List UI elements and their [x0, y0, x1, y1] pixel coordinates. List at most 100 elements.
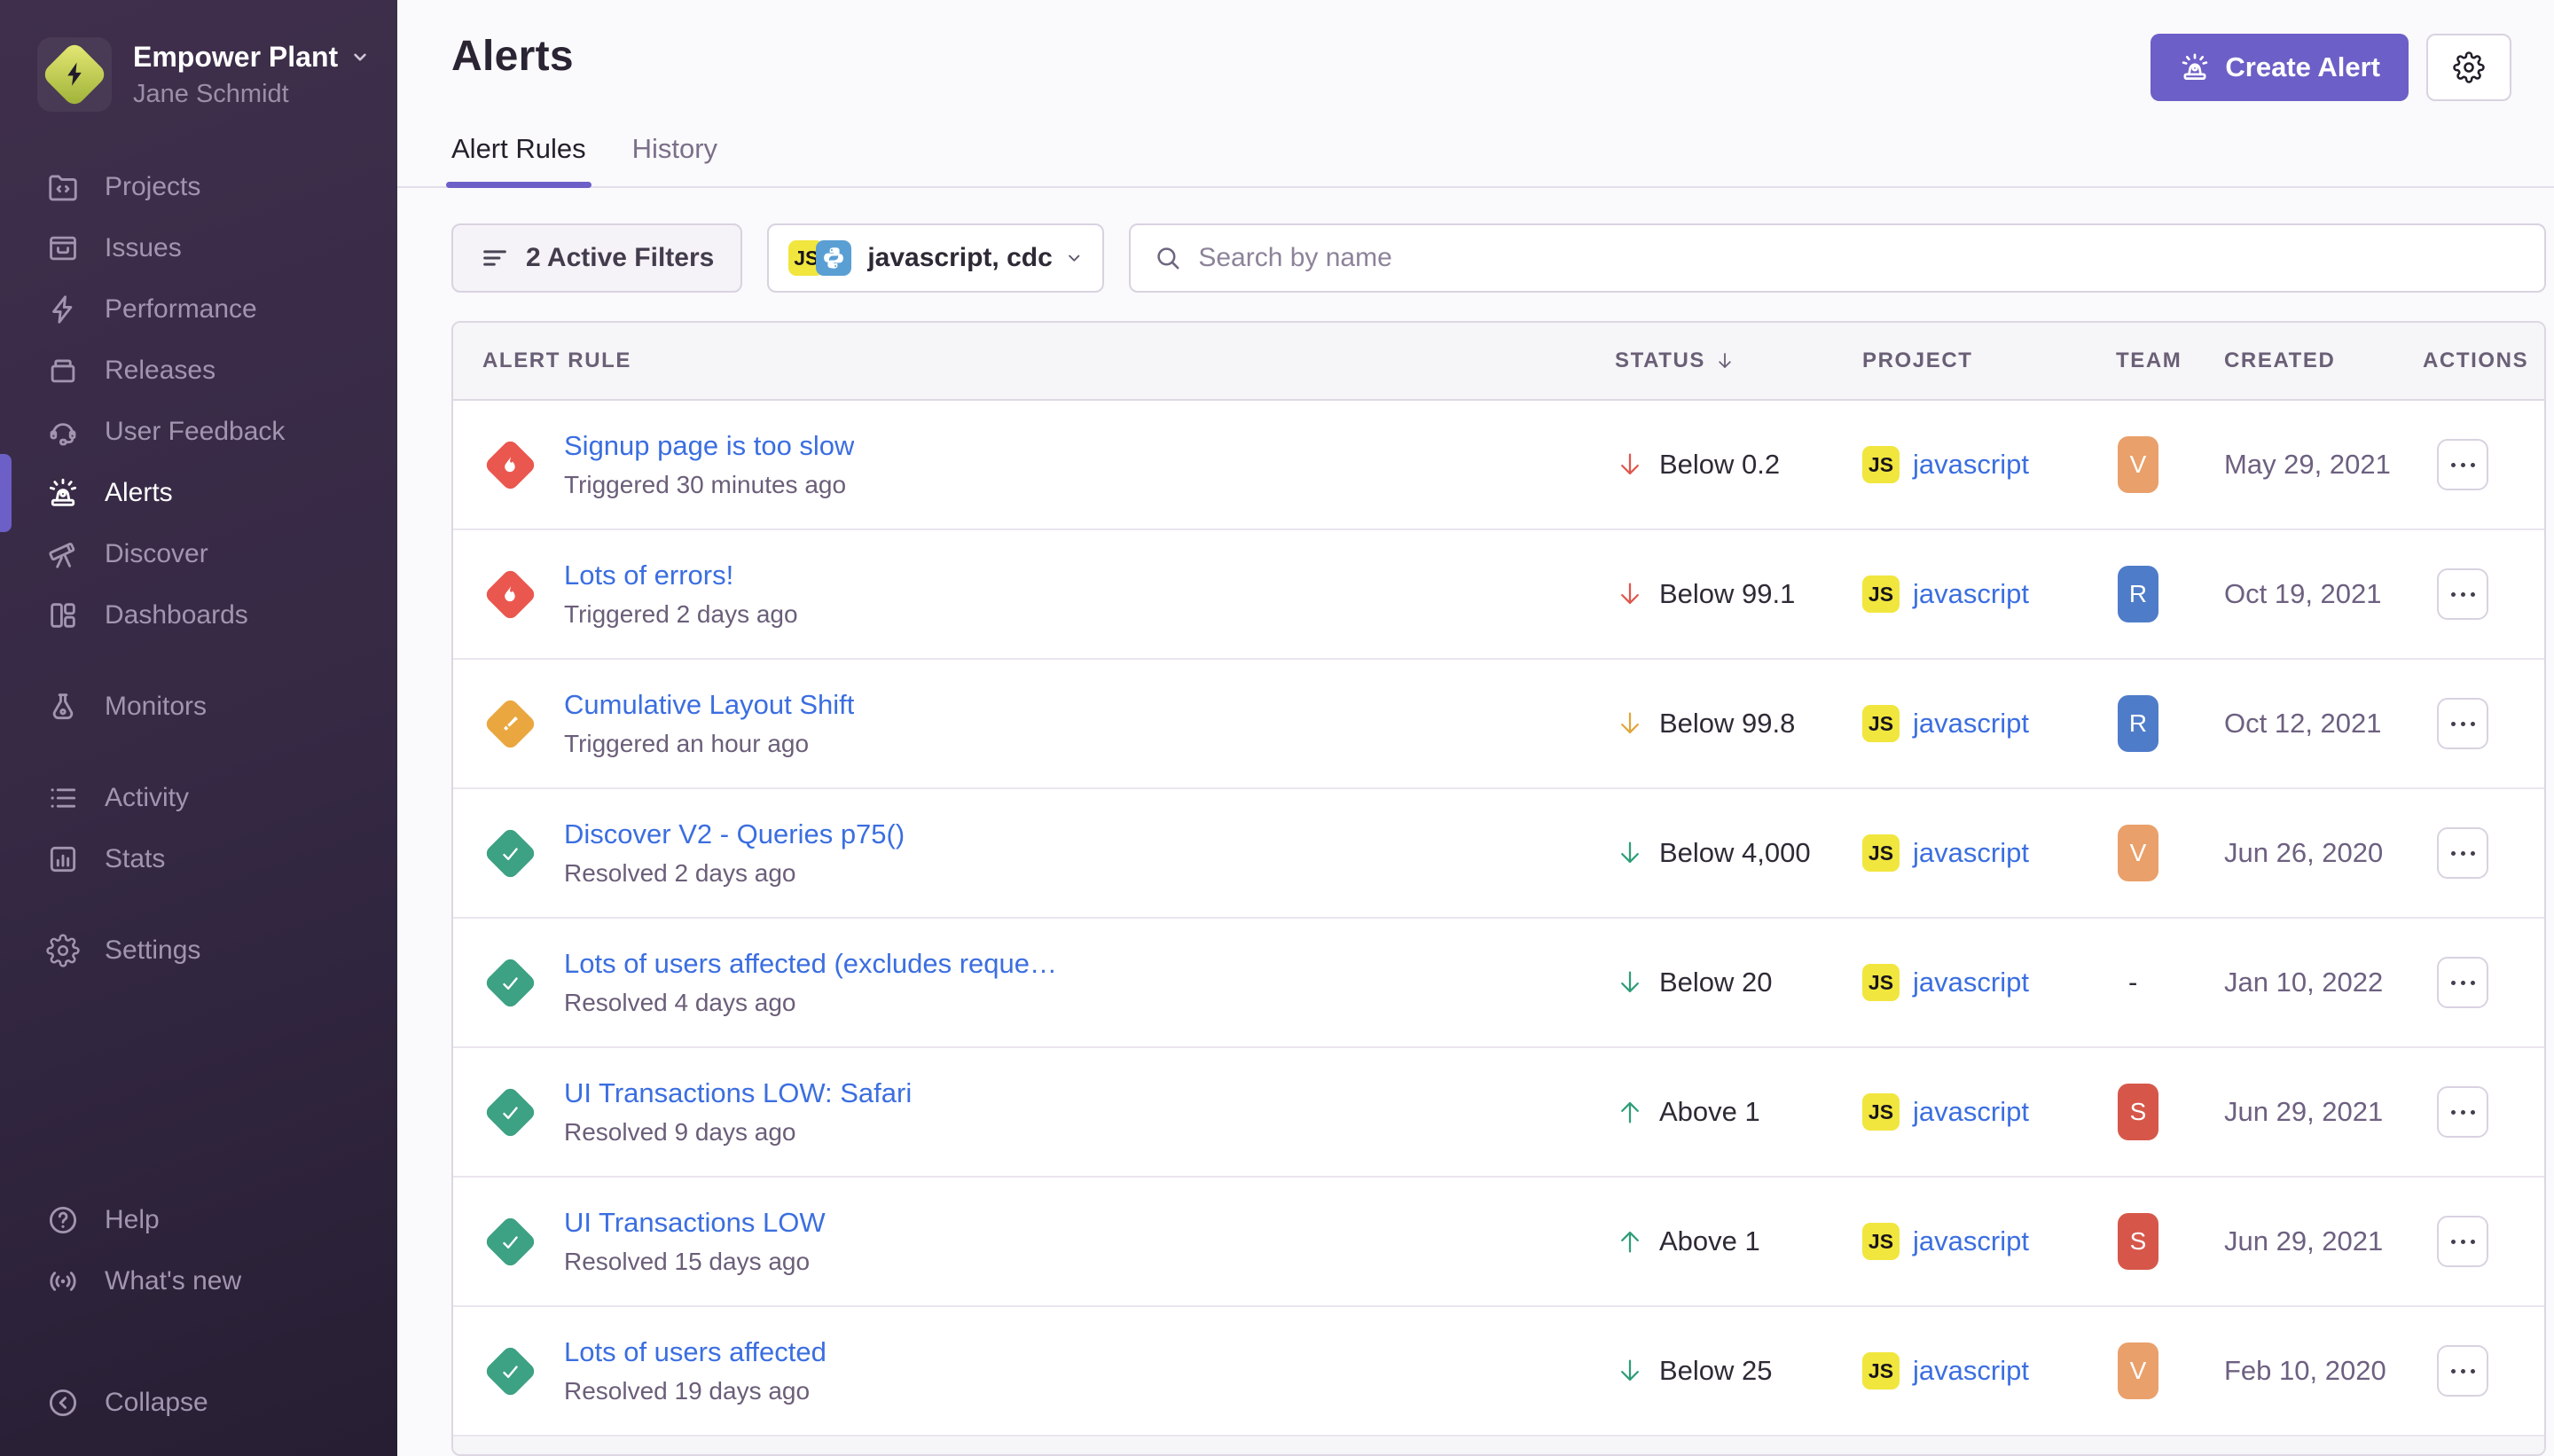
project-link[interactable]: javascript [1913, 578, 2029, 610]
row-actions-button[interactable] [2437, 827, 2488, 879]
sidebar-item-activity[interactable]: Activity [0, 767, 397, 828]
javascript-icon: JS [1862, 446, 1900, 483]
main: Alerts Create Alert Alert RulesHistory 2… [397, 0, 2554, 1456]
sidebar: Empower Plant Jane Schmidt ProjectsIssue… [0, 0, 397, 1456]
sidebar-item-settings[interactable]: Settings [0, 920, 397, 981]
warning-status-icon: ! [483, 697, 537, 751]
row-actions-button[interactable] [2437, 1345, 2488, 1397]
alert-rule-subtitle: Triggered 2 days ago [564, 600, 798, 629]
alert-rule-link[interactable]: UI Transactions LOW [564, 1207, 826, 1239]
alert-rule-link[interactable]: Signup page is too slow [564, 430, 854, 462]
sidebar-item-what-s-new[interactable]: What's new [0, 1250, 397, 1311]
search-box [1129, 223, 2546, 293]
table-footer [453, 1436, 2544, 1454]
tab-history[interactable]: History [632, 133, 717, 186]
trend-up-icon [1615, 1097, 1645, 1127]
row-actions-button[interactable] [2437, 957, 2488, 1008]
project-cell: JS javascript [1862, 1352, 2116, 1389]
column-header-alert-rule[interactable]: ALERT RULE [453, 348, 1615, 373]
org-logo [37, 37, 112, 112]
sidebar-item-discover[interactable]: Discover [0, 523, 397, 584]
sidebar-item-label: Help [105, 1205, 160, 1235]
exclamation-icon: ! [497, 711, 522, 736]
filter-row: 2 Active Filters JS javascript, cdc [451, 223, 2546, 293]
status-text: Below 0.2 [1659, 449, 1780, 481]
sidebar-item-help[interactable]: Help [0, 1189, 397, 1250]
sidebar-collapse-button[interactable]: Collapse [0, 1372, 397, 1433]
column-header-project[interactable]: PROJECT [1862, 348, 2116, 373]
alert-rule-link[interactable]: Cumulative Layout Shift [564, 689, 854, 721]
javascript-icon: JS [1862, 1223, 1900, 1260]
empower-plant-logo-icon [41, 41, 108, 108]
sidebar-item-stats[interactable]: Stats [0, 828, 397, 889]
sort-down-icon [1714, 350, 1735, 372]
sidebar-item-user-feedback[interactable]: User Feedback [0, 401, 397, 462]
row-actions-button[interactable] [2437, 439, 2488, 490]
team-none: - [2116, 967, 2137, 998]
column-header-team[interactable]: TEAM [2116, 348, 2224, 373]
project-filter-dropdown[interactable]: JS javascript, cdc [767, 223, 1104, 293]
project-link[interactable]: javascript [1913, 967, 2029, 998]
team-badge: R [2118, 695, 2158, 752]
column-header-actions[interactable]: ACTIONS [2423, 348, 2544, 373]
created-cell: Oct 19, 2021 [2224, 578, 2423, 610]
sidebar-item-label: User Feedback [105, 417, 285, 447]
sidebar-item-releases[interactable]: Releases [0, 340, 397, 401]
project-link[interactable]: javascript [1913, 1355, 2029, 1387]
sidebar-item-performance[interactable]: Performance [0, 278, 397, 340]
alert-rule-link[interactable]: UI Transactions LOW: Safari [564, 1077, 912, 1109]
help-icon [46, 1203, 80, 1237]
create-alert-button[interactable]: Create Alert [2151, 34, 2409, 101]
project-filter-label: javascript, cdc [867, 243, 1052, 273]
status-cell: Below 99.8 [1615, 708, 1862, 740]
search-input[interactable] [1198, 243, 2521, 273]
chevron-down-icon [1065, 246, 1084, 270]
status-cell: Below 4,000 [1615, 837, 1862, 869]
resolved-status-icon [483, 1085, 537, 1139]
team-badge: R [2118, 566, 2158, 622]
sidebar-item-label: Stats [105, 844, 165, 874]
org-name: Empower Plant [133, 41, 338, 74]
org-switcher[interactable]: Empower Plant Jane Schmidt [0, 27, 397, 119]
team-cell: S [2116, 1084, 2224, 1140]
row-actions-button[interactable] [2437, 698, 2488, 749]
row-actions-button[interactable] [2437, 1216, 2488, 1267]
sidebar-item-dashboards[interactable]: Dashboards [0, 584, 397, 646]
table-row: UI Transactions LOW Resolved 15 days ago… [453, 1178, 2544, 1307]
create-alert-label: Create Alert [2225, 51, 2380, 83]
project-link[interactable]: javascript [1913, 708, 2029, 740]
team-badge: S [2118, 1084, 2158, 1140]
alert-rule-subtitle: Resolved 4 days ago [564, 989, 1057, 1017]
project-link[interactable]: javascript [1913, 449, 2029, 481]
row-actions-button[interactable] [2437, 568, 2488, 620]
project-link[interactable]: javascript [1913, 1225, 2029, 1257]
gear-icon [2453, 51, 2485, 83]
alert-rule-link[interactable]: Discover V2 - Queries p75() [564, 818, 905, 850]
sidebar-item-label: Activity [105, 783, 189, 813]
row-actions-button[interactable] [2437, 1086, 2488, 1138]
tab-alert-rules[interactable]: Alert Rules [451, 133, 586, 186]
sidebar-nav: ProjectsIssuesPerformanceReleases User Fe… [0, 156, 397, 1011]
column-header-status[interactable]: STATUS [1615, 348, 1862, 373]
project-link[interactable]: javascript [1913, 837, 2029, 869]
sidebar-item-label: Discover [105, 539, 208, 569]
alert-rule-link[interactable]: Lots of users affected [564, 1336, 827, 1368]
sidebar-item-alerts[interactable]: Alerts [0, 462, 397, 523]
table-row: Lots of users affected (excludes reque… … [453, 919, 2544, 1048]
status-text: Below 4,000 [1659, 837, 1811, 869]
sidebar-item-monitors[interactable]: Monitors [0, 676, 397, 737]
javascript-icon: JS [1862, 575, 1900, 613]
alert-rule-link[interactable]: Lots of errors! [564, 560, 798, 591]
created-cell: Jun 29, 2021 [2224, 1096, 2423, 1128]
column-header-created[interactable]: CREATED [2224, 348, 2423, 373]
active-filters-button[interactable]: 2 Active Filters [451, 223, 742, 293]
resolved-status-icon [483, 1344, 537, 1398]
trend-up-icon [1615, 1226, 1645, 1256]
sidebar-item-projects[interactable]: Projects [0, 156, 397, 217]
sidebar-item-issues[interactable]: Issues [0, 217, 397, 278]
team-cell: R [2116, 566, 2224, 622]
alert-settings-button[interactable] [2426, 34, 2511, 101]
project-link[interactable]: javascript [1913, 1096, 2029, 1128]
alert-rule-link[interactable]: Lots of users affected (excludes reque… [564, 948, 1057, 980]
status-text: Above 1 [1659, 1225, 1760, 1257]
